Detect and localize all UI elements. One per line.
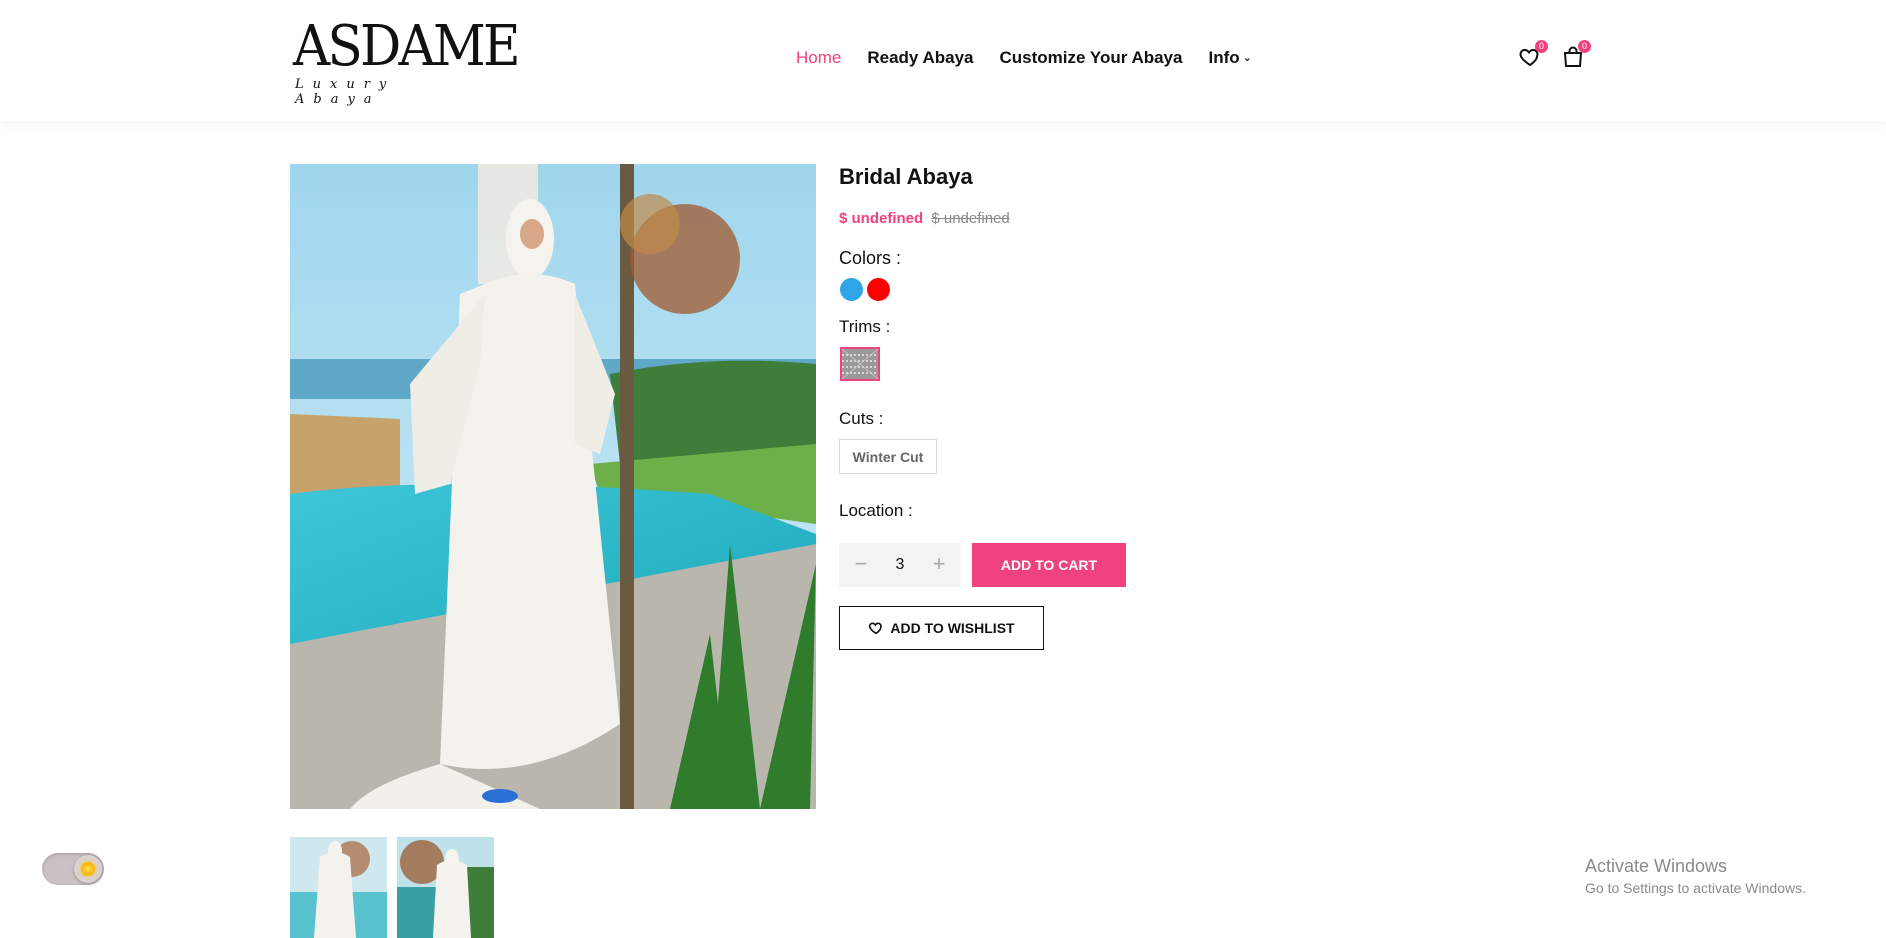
heart-icon	[869, 622, 883, 635]
thumbnail-image	[290, 837, 387, 938]
colors-label: Colors :	[839, 248, 902, 268]
toggle-knob	[74, 855, 102, 883]
chevron-down-icon: ⌄	[1242, 52, 1252, 64]
decrease-quantity-button[interactable]: −	[849, 553, 873, 577]
brand-logo[interactable]: ASDAME Luxury Abaya	[293, 14, 521, 108]
trims-label: Trims :	[839, 317, 891, 336]
product-thumbnail[interactable]	[397, 837, 494, 938]
cart-count-badge: 0	[1578, 40, 1591, 53]
theme-toggle[interactable]	[42, 853, 104, 885]
trim-pattern-image	[842, 349, 878, 379]
trim-swatch[interactable]	[840, 347, 880, 381]
color-swatch-red[interactable]	[867, 278, 890, 301]
add-to-cart-button[interactable]: ADD TO CART	[972, 543, 1126, 587]
windows-activation-watermark: Activate Windows Go to Settings to activ…	[1585, 856, 1806, 896]
logo-tagline: Luxury Abaya	[295, 77, 396, 107]
nav-info-label: Info	[1208, 48, 1240, 67]
nav-home[interactable]: Home	[796, 48, 841, 68]
quantity-stepper: − 3 +	[839, 543, 961, 587]
cut-option-winter[interactable]: Winter Cut	[839, 439, 937, 474]
product-title: Bridal Abaya	[839, 164, 973, 189]
thumbnail-image	[397, 837, 494, 938]
sale-price: $ undefined	[839, 210, 924, 227]
cuts-label: Cuts :	[839, 409, 884, 428]
wishlist-button[interactable]: 0	[1518, 40, 1548, 69]
original-price: $ undefined	[931, 210, 1010, 227]
product-thumbnail[interactable]	[290, 837, 387, 938]
color-swatch-blue[interactable]	[840, 278, 863, 301]
main-nav: Home Ready Abaya Customize Your Abaya In…	[796, 48, 1252, 68]
logo-wordmark: ASDAME	[293, 14, 521, 79]
product-price: $ undefined $ undefined	[839, 210, 1010, 227]
nav-ready-abaya[interactable]: Ready Abaya	[867, 48, 973, 68]
watermark-subtitle: Go to Settings to activate Windows.	[1585, 880, 1806, 896]
product-main-image[interactable]	[290, 164, 816, 809]
site-header: ASDAME Luxury Abaya Home Ready Abaya Cus…	[0, 0, 1886, 121]
wishlist-count-badge: 0	[1535, 40, 1548, 53]
product-photo	[290, 164, 816, 809]
cart-button[interactable]: 0	[1561, 40, 1591, 69]
nav-info[interactable]: Info ⌄	[1208, 48, 1251, 68]
watermark-title: Activate Windows	[1585, 856, 1728, 876]
increase-quantity-button[interactable]: +	[927, 553, 951, 577]
nav-customize-abaya[interactable]: Customize Your Abaya	[1000, 48, 1183, 68]
add-to-wishlist-label: ADD TO WISHLIST	[890, 620, 1015, 636]
location-label: Location :	[839, 501, 913, 520]
quantity-value[interactable]: 3	[880, 556, 920, 574]
sun-icon	[81, 862, 95, 876]
add-to-wishlist-button[interactable]: ADD TO WISHLIST	[839, 606, 1044, 650]
